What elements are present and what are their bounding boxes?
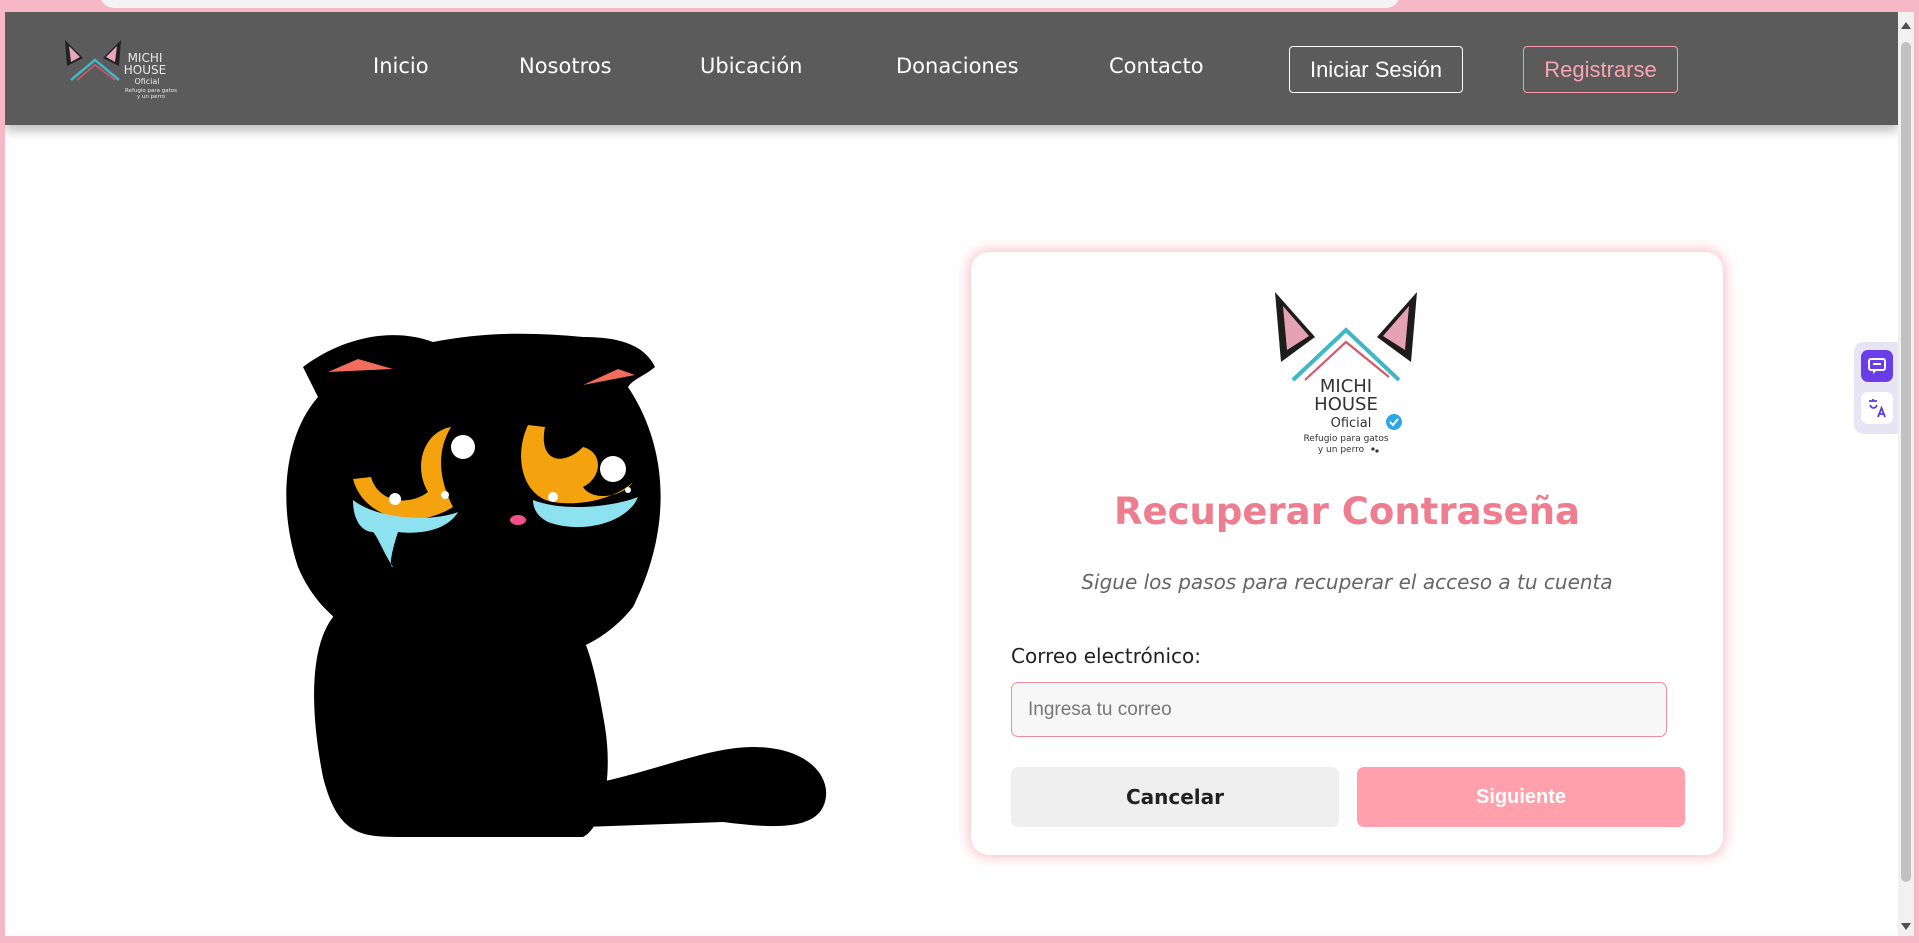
svg-text:Refugio para gatos: Refugio para gatos	[1303, 434, 1388, 444]
crying-black-cat-icon	[286, 333, 827, 837]
address-bar[interactable]	[100, 0, 1400, 8]
page-subtitle: Sigue los pasos para recuperar el acceso…	[1081, 570, 1613, 594]
nav-link-donaciones[interactable]: Donaciones	[896, 54, 1019, 78]
scroll-up-icon[interactable]	[1901, 22, 1911, 29]
nav-logo[interactable]: MICHI HOUSE Oficial Refugio para gatos y…	[63, 32, 203, 102]
svg-text:HOUSE: HOUSE	[124, 63, 166, 77]
scroll-down-icon[interactable]	[1901, 923, 1911, 930]
navbar: MICHI HOUSE Oficial Refugio para gatos y…	[5, 12, 1898, 125]
register-button[interactable]: Registrarse	[1523, 46, 1678, 93]
svg-text:Oficial: Oficial	[1331, 416, 1372, 431]
paw-icon	[1371, 447, 1375, 451]
card-logo: MICHI HOUSE Oficial Refugio para gatos y…	[1271, 292, 1421, 457]
nav-link-ubicacion[interactable]: Ubicación	[700, 54, 803, 78]
vertical-scrollbar[interactable]	[1898, 12, 1914, 936]
michi-house-logo-icon: MICHI HOUSE Oficial Refugio para gatos y…	[65, 40, 177, 100]
svg-text:y un perro: y un perro	[137, 94, 166, 100]
recover-password-card: MICHI HOUSE Oficial Refugio para gatos y…	[971, 252, 1723, 855]
page-title: Recuperar Contraseña	[1113, 490, 1581, 533]
nav-link-nosotros[interactable]: Nosotros	[519, 54, 612, 78]
chat-icon[interactable]	[1861, 350, 1893, 382]
verified-badge-icon	[1386, 414, 1402, 430]
email-label: Correo electrónico:	[1011, 644, 1201, 668]
cancel-button[interactable]: Cancelar	[1011, 767, 1339, 827]
svg-text:Oficial: Oficial	[134, 77, 159, 86]
page-viewport: MICHI HOUSE Oficial Refugio para gatos y…	[5, 12, 1898, 936]
svg-text:HOUSE: HOUSE	[1314, 394, 1378, 415]
next-button[interactable]: Siguiente	[1357, 767, 1685, 827]
svg-text:y un perro: y un perro	[1318, 445, 1365, 455]
email-input[interactable]	[1011, 682, 1667, 737]
nav-link-contacto[interactable]: Contacto	[1109, 54, 1204, 78]
michi-house-logo-icon: MICHI HOUSE Oficial Refugio para gatos y…	[1275, 292, 1417, 455]
side-extension-widget	[1854, 342, 1898, 434]
crying-cat-illustration	[283, 307, 835, 847]
translate-icon[interactable]	[1861, 392, 1893, 424]
login-button[interactable]: Iniciar Sesión	[1289, 46, 1463, 93]
nav-link-inicio[interactable]: Inicio	[373, 54, 429, 78]
scrollbar-thumb[interactable]	[1901, 42, 1911, 882]
